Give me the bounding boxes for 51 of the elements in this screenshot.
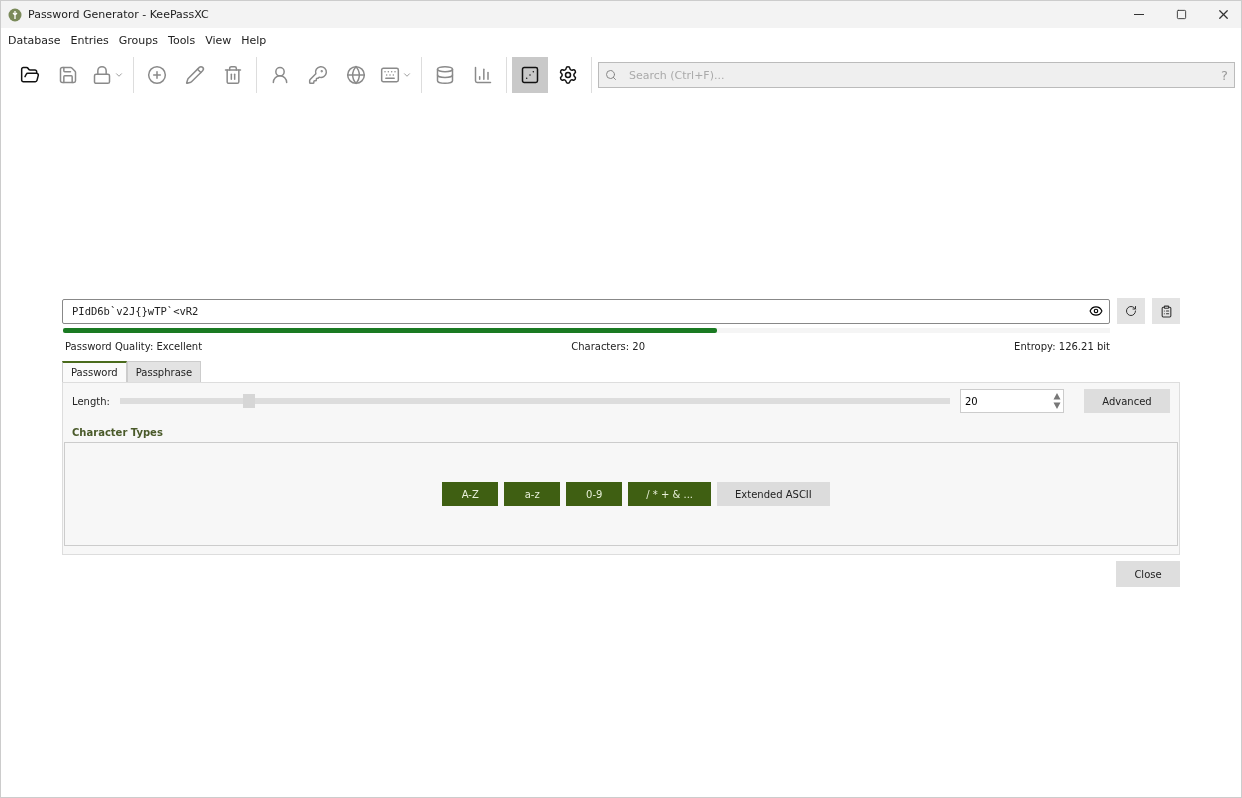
key-icon <box>308 65 328 85</box>
close-dialog-button[interactable]: Close <box>1116 561 1180 587</box>
menu-item[interactable]: Database <box>3 31 66 49</box>
character-type-toggle[interactable]: A-Z <box>442 482 499 506</box>
menu-item[interactable]: Tools <box>163 31 201 49</box>
settings-icon <box>558 65 578 85</box>
folder-icon <box>20 65 40 85</box>
chart-icon <box>473 65 493 85</box>
length-label: Length: <box>72 395 110 407</box>
dice-icon <box>520 65 540 85</box>
menu-item[interactable]: View <box>200 31 237 49</box>
app-logo-icon <box>8 7 22 22</box>
search-icon <box>605 69 617 81</box>
spin-arrows-icon <box>1053 392 1061 410</box>
trash-icon <box>223 65 243 85</box>
pencil-icon <box>185 65 205 85</box>
regenerate-button[interactable] <box>1117 298 1145 324</box>
advanced-button[interactable]: Advanced <box>1084 389 1170 413</box>
dropdown-icon <box>114 70 124 80</box>
group-title: Character Types <box>72 427 164 438</box>
keyboard-icon <box>380 65 400 85</box>
quality-label: Password Quality: Excellent <box>65 341 203 352</box>
database-icon <box>435 65 455 85</box>
menu-item[interactable]: Groups <box>113 31 164 49</box>
menu-item[interactable]: Entries <box>65 31 114 49</box>
user-icon <box>270 65 290 85</box>
dropdown-icon <box>402 70 412 80</box>
tab[interactable]: Passphrase <box>126 361 202 382</box>
globe-icon <box>346 65 366 85</box>
length-field[interactable]: 20 <box>960 389 1064 413</box>
clipboard-icon <box>1159 304 1173 318</box>
lock-icon <box>92 65 112 85</box>
character-type-toggle[interactable]: 0-9 <box>566 482 623 506</box>
refresh-icon <box>1125 305 1137 317</box>
character-type-toggle[interactable]: / * + & ... <box>628 482 711 506</box>
plus-icon <box>147 65 167 85</box>
tab[interactable]: Password <box>62 361 127 382</box>
characters-label: Characters: 20 <box>571 341 646 352</box>
minimize-icon <box>1134 14 1144 15</box>
character-type-toggle[interactable]: a-z <box>504 482 561 506</box>
maximize-icon <box>1175 9 1187 20</box>
password-field[interactable]: PIdD6b`v2J{}wTP`<vR2 <box>62 298 1110 324</box>
eye-icon[interactable] <box>1089 304 1103 318</box>
character-type-toggle[interactable]: Extended ASCII <box>717 482 830 506</box>
copy-button[interactable] <box>1152 298 1180 324</box>
save-icon <box>58 65 78 85</box>
slider-thumb[interactable] <box>243 394 256 408</box>
toolbar-dice-icon-button[interactable] <box>512 57 548 93</box>
entropy-label: Entropy: 126.21 bit <box>1014 341 1110 352</box>
window-title: Password Generator - KeePassXC <box>28 8 210 21</box>
menu-item[interactable]: Help <box>236 31 272 49</box>
